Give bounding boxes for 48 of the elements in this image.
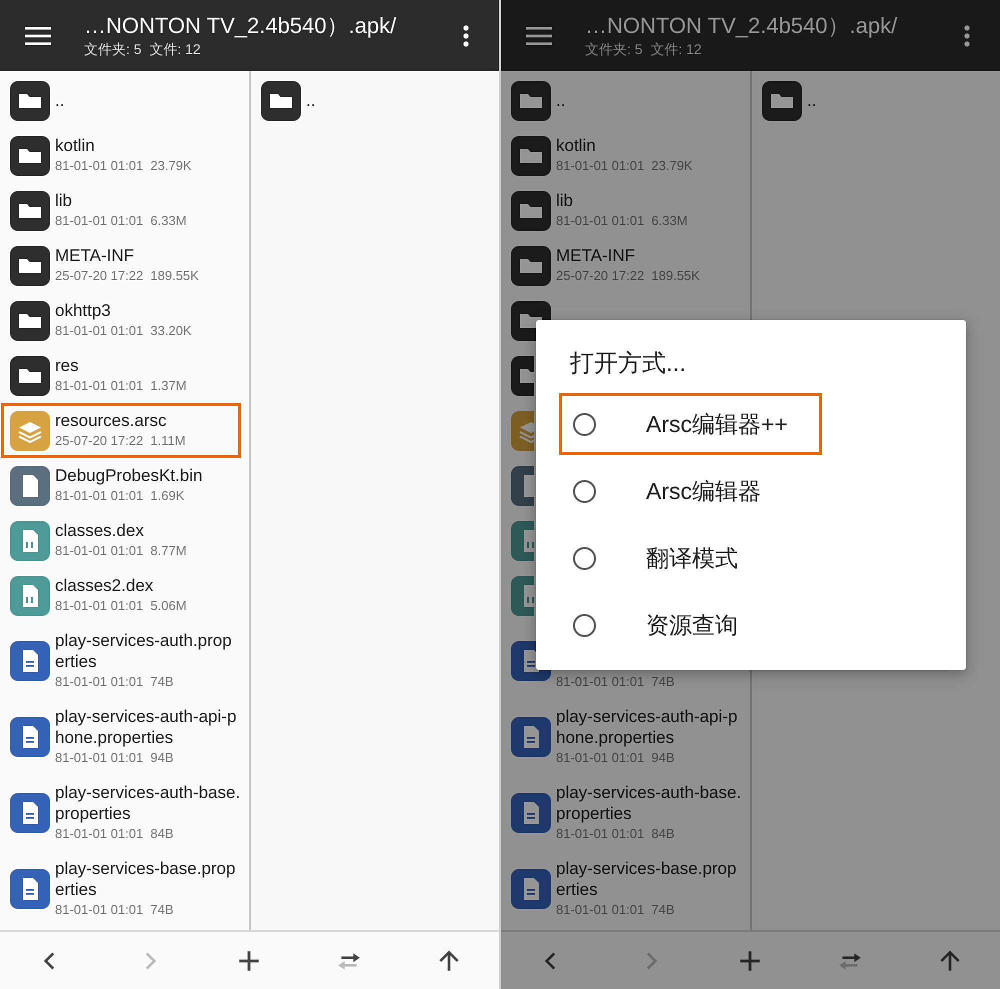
file-details: 81-01-01 01:01 94B <box>556 749 676 767</box>
file-details: 81-01-01 01:01 5.06M <box>55 597 188 615</box>
file-details: 81-01-01 01:01 33.20K <box>55 322 193 340</box>
dialog-title: 打开方式... <box>570 349 688 379</box>
file-details: 81-01-01 01:01 74B <box>55 901 175 919</box>
file-name: .. <box>55 90 66 111</box>
item-count: 文件夹: 5 文件: 12 <box>84 40 202 58</box>
folder-path-title: …NONTON TV_2.4b540）.apk/ <box>585 12 898 40</box>
file-name: META-INF <box>55 245 136 266</box>
file-name: lib <box>55 190 74 211</box>
file-details: 25-07-20 17:22 189.55K <box>556 267 701 285</box>
file-name: play-services-base.properties <box>556 858 738 900</box>
file-name: resources.arsc <box>55 410 168 431</box>
file-details: 25-07-20 17:22 189.55K <box>55 267 200 285</box>
file-details: 81-01-01 01:01 1.69K <box>55 487 186 505</box>
file-details: 81-01-01 01:01 6.33M <box>556 212 689 230</box>
file-name: DebugProbesKt.bin <box>55 465 204 486</box>
file-details: 81-01-01 01:01 23.79K <box>55 157 193 175</box>
file-name: classes2.dex <box>55 575 154 596</box>
file-name: META-INF <box>556 245 636 266</box>
file-name: play-services-auth-api-phone.properties <box>556 706 738 748</box>
file-name: play-services-auth-base.properties <box>55 782 241 824</box>
file-name: play-services-auth-base.properties <box>556 782 742 824</box>
file-name: kotlin <box>55 135 96 156</box>
file-name: lib <box>556 190 574 211</box>
file-name: okhttp3 <box>55 300 112 321</box>
file-details: 81-01-01 01:01 74B <box>55 673 175 691</box>
file-details: 81-01-01 01:01 74B <box>556 901 676 919</box>
item-count: 文件夹: 5 文件: 12 <box>585 40 703 58</box>
file-name: res <box>55 355 80 376</box>
file-details: 81-01-01 01:01 84B <box>55 825 175 843</box>
file-name: .. <box>556 90 566 111</box>
file-name: kotlin <box>556 135 597 156</box>
file-name: play-services-auth-api-phone.properties <box>55 706 238 748</box>
file-details: 81-01-01 01:01 23.79K <box>556 157 694 175</box>
file-details: 25-07-20 17:22 1.11M <box>55 432 187 450</box>
file-name: .. <box>807 90 818 111</box>
file-name: play-services-base.properties <box>55 858 236 900</box>
file-details: 81-01-01 01:01 6.33M <box>55 212 188 230</box>
file-details: 81-01-01 01:01 1.37M <box>55 377 188 395</box>
file-details: 81-01-01 01:01 84B <box>556 825 676 843</box>
file-details: 81-01-01 01:01 74B <box>556 673 675 691</box>
file-name: play-services-auth.properties <box>55 630 233 672</box>
file-details: 81-01-01 01:01 8.77M <box>55 542 188 560</box>
file-name: classes.dex <box>55 520 145 541</box>
file-details: 81-01-01 01:01 94B <box>55 749 175 767</box>
file-name: .. <box>306 90 316 111</box>
folder-path-title: …NONTON TV_2.4b540）.apk/ <box>84 12 398 40</box>
